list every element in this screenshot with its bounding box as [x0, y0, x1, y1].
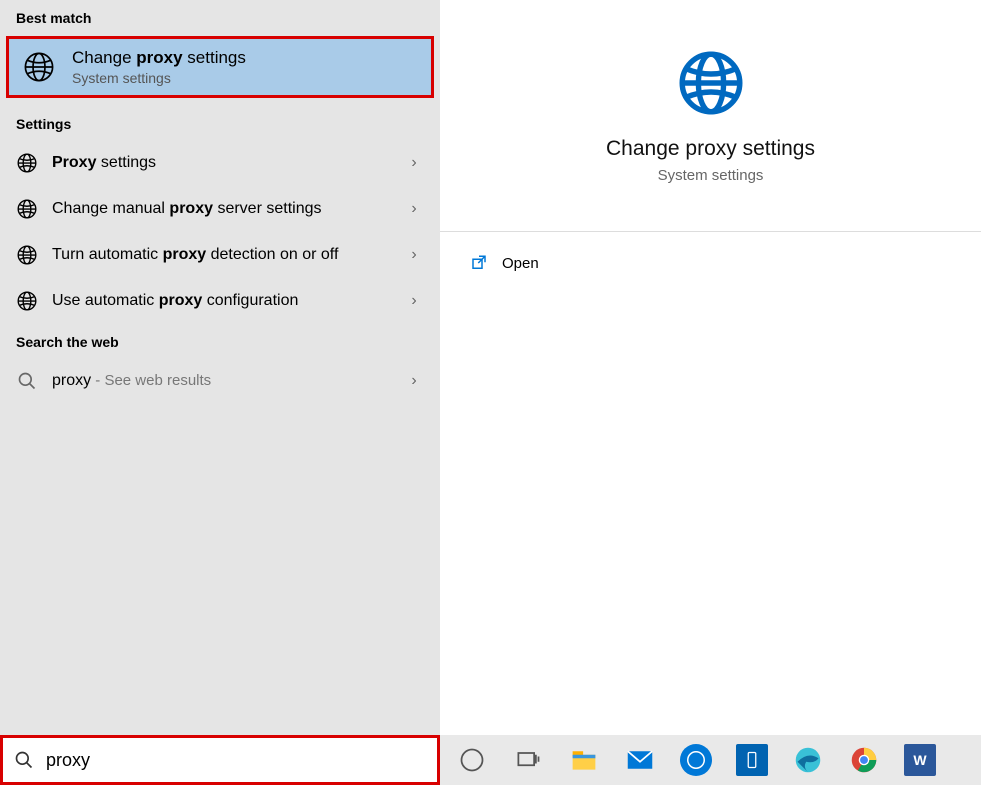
preview-subtitle: System settings: [658, 167, 764, 184]
settings-result-auto-detect[interactable]: Turn automatic proxy detection on or off…: [0, 232, 440, 278]
taskbar-app-mail[interactable]: [618, 740, 662, 780]
best-match-section-label: Best match: [0, 0, 440, 34]
result-label: Turn automatic proxy detection on or off: [52, 245, 390, 266]
globe-icon: [16, 198, 38, 220]
result-label: Proxy settings: [52, 153, 390, 174]
word-tile: W: [904, 744, 936, 776]
result-label: Use automatic proxy configuration: [52, 291, 390, 312]
globe-icon: [16, 244, 38, 266]
taskbar-app-your-phone[interactable]: [730, 740, 774, 780]
cortana-button[interactable]: [450, 740, 494, 780]
best-match-text: Change proxy settings System settings: [72, 48, 246, 86]
web-result-proxy[interactable]: proxy - See web results ›: [0, 358, 440, 404]
open-label: Open: [502, 255, 539, 272]
taskbar-app-file-explorer[interactable]: [562, 740, 606, 780]
globe-icon: [16, 290, 38, 312]
result-label: Change manual proxy server settings: [52, 199, 390, 220]
open-action[interactable]: Open: [440, 232, 981, 294]
globe-icon: [16, 152, 38, 174]
open-icon: [470, 254, 488, 272]
chevron-right-icon: ›: [404, 200, 424, 218]
search-icon: [14, 750, 34, 770]
taskbar: W: [0, 735, 981, 785]
best-match-result[interactable]: Change proxy settings System settings: [6, 36, 434, 98]
taskbar-search-box[interactable]: [0, 735, 440, 785]
search-icon: [16, 370, 38, 392]
preview-title: Change proxy settings: [606, 137, 815, 161]
best-match-subtitle: System settings: [72, 70, 246, 86]
task-view-button[interactable]: [506, 740, 550, 780]
chevron-right-icon: ›: [404, 292, 424, 310]
best-match-title-pre: Change: [72, 48, 136, 67]
word-letter: W: [913, 752, 926, 768]
chevron-right-icon: ›: [404, 372, 424, 390]
taskbar-app-word[interactable]: W: [898, 740, 942, 780]
results-column: Best match Change proxy settings S: [0, 0, 440, 735]
taskbar-app-chrome[interactable]: [842, 740, 886, 780]
settings-section-label: Settings: [0, 106, 440, 140]
globe-icon: [22, 50, 56, 84]
settings-result-proxy-settings[interactable]: Proxy settings ›: [0, 140, 440, 186]
search-input[interactable]: [46, 750, 426, 771]
start-search-panel: Best match Change proxy settings S: [0, 0, 981, 735]
chevron-right-icon: ›: [404, 154, 424, 172]
result-label: proxy - See web results: [52, 371, 390, 392]
taskbar-app-dell[interactable]: [674, 740, 718, 780]
web-section-label: Search the web: [0, 324, 440, 358]
chevron-right-icon: ›: [404, 246, 424, 264]
preview-column: Change proxy settings System settings Op…: [440, 0, 981, 735]
preview-header: Change proxy settings System settings: [440, 0, 981, 232]
taskbar-app-edge[interactable]: [786, 740, 830, 780]
globe-icon: [675, 47, 747, 119]
best-match-title-post: settings: [183, 48, 246, 67]
settings-result-manual-proxy[interactable]: Change manual proxy server settings ›: [0, 186, 440, 232]
best-match-title-bold: proxy: [136, 48, 182, 67]
taskbar-items: W: [440, 740, 981, 780]
settings-result-auto-config[interactable]: Use automatic proxy configuration ›: [0, 278, 440, 324]
